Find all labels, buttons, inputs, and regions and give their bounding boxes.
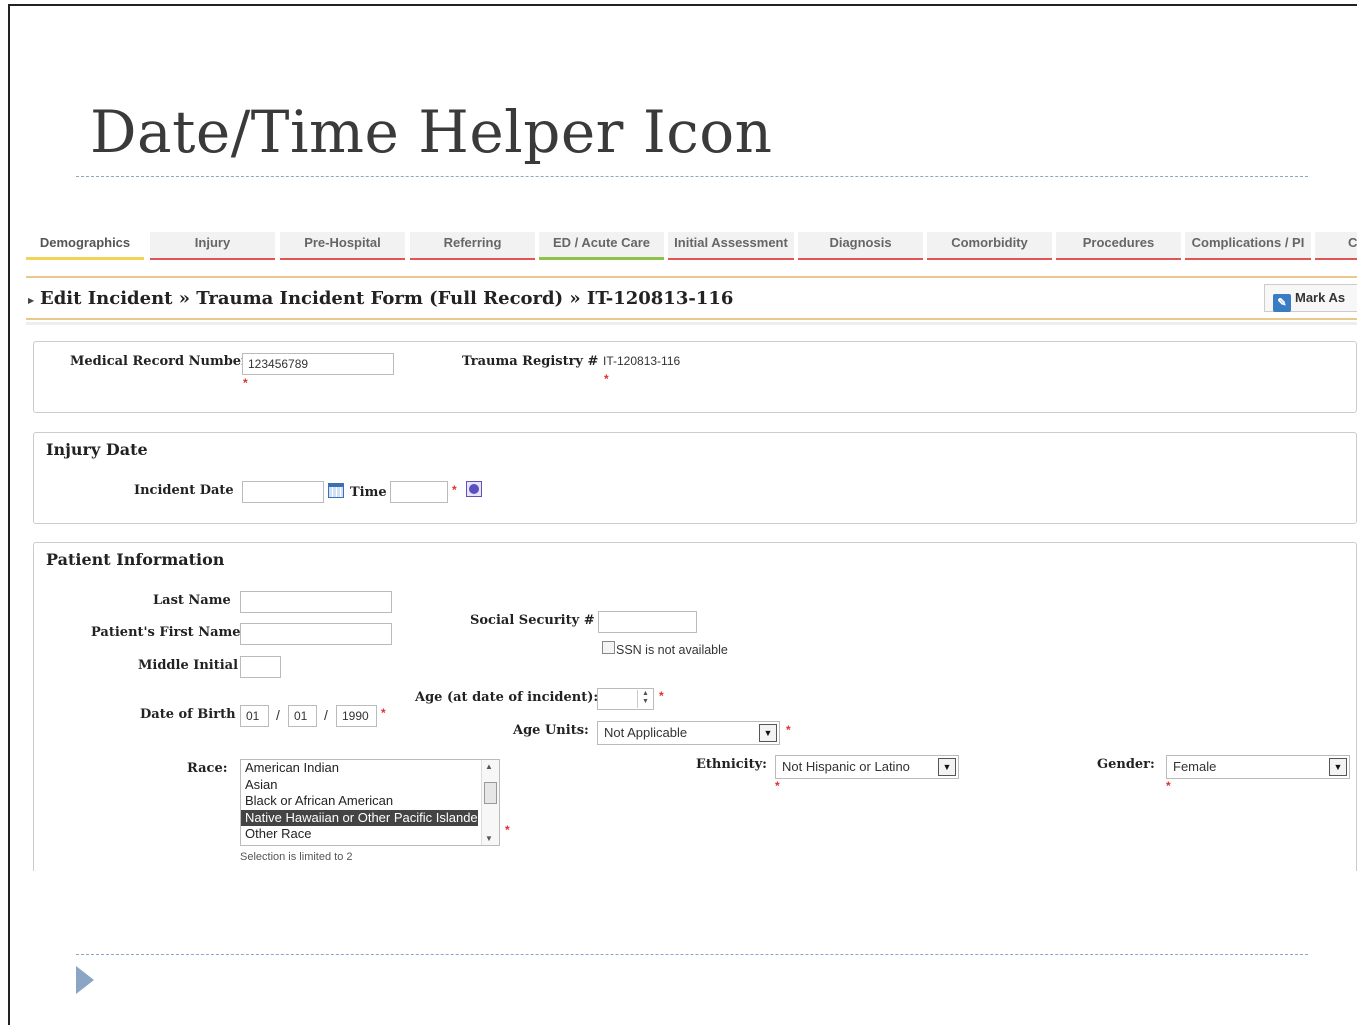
- app-screenshot: Demographics Injury Pre-Hospital Referri…: [26, 226, 1357, 871]
- gender-value: Female: [1173, 759, 1217, 774]
- race-hint: Selection is limited to 2: [240, 851, 353, 863]
- mark-as-button[interactable]: ✎ Mark As: [1264, 284, 1357, 312]
- gender-label: Gender:: [1097, 757, 1155, 772]
- required-marker: *: [505, 823, 510, 837]
- race-scrollbar[interactable]: ▲ ▼: [481, 760, 499, 845]
- dob-year-input[interactable]: 1990: [336, 705, 377, 727]
- bullet-arrow-icon: [76, 966, 94, 994]
- record-panel: Medical Record Number 123456789 * Trauma…: [33, 341, 1357, 413]
- tab-injury[interactable]: Injury: [150, 232, 275, 260]
- incident-date-label: Incident Date: [134, 483, 234, 498]
- incident-date-input[interactable]: [242, 481, 324, 503]
- collapse-triangle-icon[interactable]: ▶: [28, 296, 34, 305]
- race-label: Race:: [187, 761, 228, 776]
- middle-initial-input[interactable]: [240, 656, 281, 678]
- required-marker: *: [659, 689, 664, 703]
- injury-date-title: Injury Date: [46, 440, 148, 459]
- header-shadow: [26, 322, 1357, 325]
- mark-as-label: Mark As: [1295, 290, 1346, 305]
- time-label: Time: [350, 485, 387, 500]
- middle-initial-label: Middle Initial: [138, 658, 239, 673]
- last-name-label: Last Name: [153, 593, 231, 608]
- ssn-not-available-label: SSN is not available: [616, 643, 728, 657]
- race-option-selected[interactable]: Native Hawaiian or Other Pacific Islande…: [241, 809, 482, 826]
- ssn-label: Social Security #: [470, 613, 595, 628]
- required-marker: *: [1166, 779, 1171, 793]
- calendar-icon[interactable]: [328, 483, 344, 498]
- breadcrumb: Edit Incident » Trauma Incident Form (Fu…: [40, 288, 734, 309]
- tab-initial-assessment[interactable]: Initial Assessment: [668, 232, 794, 260]
- ethnicity-label: Ethnicity:: [696, 757, 767, 772]
- scroll-up-icon[interactable]: ▲: [485, 762, 493, 771]
- tab-diagnosis[interactable]: Diagnosis: [798, 232, 923, 260]
- tab-demographics[interactable]: Demographics: [26, 232, 144, 260]
- age-units-value: Not Applicable: [604, 725, 688, 740]
- age-label: Age (at date of incident):: [415, 690, 599, 705]
- dob-label: Date of Birth: [140, 707, 236, 722]
- scroll-down-icon[interactable]: ▼: [485, 834, 493, 843]
- race-listbox[interactable]: American Indian Asian Black or African A…: [240, 759, 500, 846]
- required-marker: *: [452, 483, 457, 497]
- race-option[interactable]: Other Race: [241, 826, 499, 843]
- ssn-input[interactable]: [598, 611, 697, 633]
- injury-date-panel: Injury Date Incident Date Time *: [33, 432, 1357, 524]
- time-input[interactable]: [390, 481, 448, 503]
- ethnicity-value: Not Hispanic or Latino: [782, 759, 910, 774]
- mrn-input[interactable]: 123456789: [242, 353, 394, 375]
- scroll-thumb[interactable]: [484, 782, 497, 804]
- age-input[interactable]: ▲ ▼: [597, 688, 654, 710]
- registry-label: Trauma Registry #: [462, 354, 599, 369]
- dob-separator: /: [324, 707, 328, 723]
- chevron-down-icon[interactable]: ▼: [1329, 758, 1347, 776]
- tab-overflow[interactable]: C: [1315, 232, 1357, 260]
- tab-referring[interactable]: Referring: [410, 232, 535, 260]
- last-name-input[interactable]: [240, 591, 392, 613]
- tab-pre-hospital[interactable]: Pre-Hospital: [280, 232, 405, 260]
- registry-value: IT-120813-116: [603, 354, 681, 368]
- required-marker: *: [604, 372, 609, 386]
- required-marker: *: [775, 779, 780, 793]
- age-units-label: Age Units:: [513, 723, 589, 738]
- required-marker: *: [786, 723, 791, 737]
- tab-bar: Demographics Injury Pre-Hospital Referri…: [26, 232, 1357, 262]
- race-option[interactable]: Asian: [241, 777, 499, 794]
- slide-title: Date/Time Helper Icon: [90, 98, 773, 166]
- clock-icon[interactable]: [466, 481, 482, 497]
- mrn-label: Medical Record Number: [70, 354, 248, 369]
- tab-procedures[interactable]: Procedures: [1056, 232, 1181, 260]
- chevron-down-icon[interactable]: ▼: [938, 758, 956, 776]
- patient-info-title: Patient Information: [46, 550, 225, 569]
- ethnicity-select[interactable]: Not Hispanic or Latino ▼: [775, 755, 959, 779]
- race-option[interactable]: American Indian: [241, 760, 499, 777]
- age-units-select[interactable]: Not Applicable ▼: [597, 721, 780, 745]
- title-divider: [76, 176, 1308, 177]
- required-marker: *: [243, 376, 248, 390]
- gender-select[interactable]: Female ▼: [1166, 755, 1350, 779]
- ssn-not-available-checkbox[interactable]: [602, 641, 615, 654]
- page-header: ▶ Edit Incident » Trauma Incident Form (…: [26, 276, 1357, 320]
- race-option[interactable]: Black or African American: [241, 793, 499, 810]
- age-spinner[interactable]: ▲ ▼: [637, 690, 653, 708]
- footer-divider: [76, 954, 1308, 955]
- required-marker: *: [381, 706, 386, 720]
- patient-info-panel: Patient Information Last Name Patient's …: [33, 542, 1357, 871]
- tab-complications-pi[interactable]: Complications / PI: [1185, 232, 1311, 260]
- chevron-down-icon[interactable]: ▼: [759, 724, 777, 742]
- tab-comorbidity[interactable]: Comorbidity: [927, 232, 1052, 260]
- first-name-input[interactable]: [240, 623, 392, 645]
- dob-month-input[interactable]: 01: [240, 705, 269, 727]
- dob-day-input[interactable]: 01: [288, 705, 317, 727]
- dob-separator: /: [276, 707, 280, 723]
- tab-ed-acute-care[interactable]: ED / Acute Care: [539, 232, 664, 260]
- pencil-icon: ✎: [1273, 294, 1291, 312]
- first-name-label: Patient's First Name: [91, 625, 241, 640]
